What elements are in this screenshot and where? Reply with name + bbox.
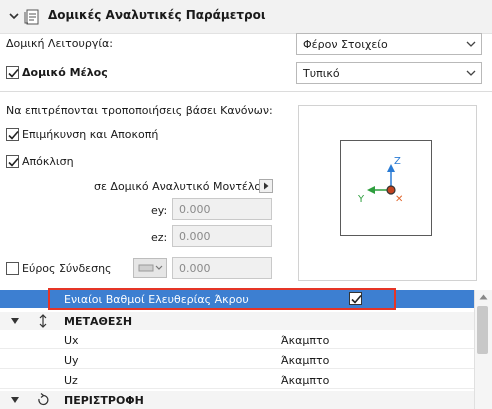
chevron-down-icon bbox=[466, 41, 476, 47]
chevron-down-icon[interactable] bbox=[8, 10, 20, 22]
table-row[interactable]: Uy Άκαμπτο bbox=[0, 351, 474, 369]
structural-member-select[interactable]: Τυπικό bbox=[296, 62, 482, 84]
axes-icon bbox=[367, 164, 396, 195]
row-value[interactable]: Άκαμπτο bbox=[281, 354, 329, 367]
connection-range-checkbox[interactable] bbox=[6, 262, 19, 275]
ey-value: 0.000 bbox=[179, 203, 211, 216]
row-name: Ux bbox=[64, 334, 79, 347]
structural-member-value: Τυπικό bbox=[303, 67, 340, 80]
structural-member-checkbox[interactable] bbox=[6, 66, 19, 79]
offset-label: Απόκλιση bbox=[22, 155, 74, 168]
row-value[interactable]: Άκαμπτο bbox=[281, 374, 329, 387]
play-icon[interactable] bbox=[259, 179, 273, 193]
collapse-arrow-icon[interactable] bbox=[10, 396, 20, 404]
y-axis-label: Y bbox=[358, 194, 365, 205]
connection-range-field[interactable]: 0.000 bbox=[172, 257, 272, 279]
x-axis-label: ✕ bbox=[395, 194, 404, 205]
collapse-arrow-icon[interactable] bbox=[10, 317, 20, 325]
row-name: Uz bbox=[64, 374, 78, 387]
extend-trim-label: Επιμήκυνση και Αποκοπή bbox=[22, 128, 159, 141]
ez-field[interactable]: 0.000 bbox=[172, 225, 272, 247]
ey-label: ey: bbox=[151, 204, 168, 217]
rotation-group-label: ΠΕΡΙΣΤΡΟΦΗ bbox=[64, 394, 144, 407]
divider bbox=[0, 91, 492, 92]
chevron-down-icon bbox=[466, 70, 476, 76]
panel-header[interactable]: Δομικές Αναλυτικές Παράμετροι bbox=[0, 0, 492, 34]
structural-analytics-icon bbox=[24, 9, 39, 25]
structural-function-label: Δομική Λειτουργία: bbox=[6, 37, 114, 50]
table-row[interactable]: Uz Άκαμπτο bbox=[0, 371, 474, 389]
rules-heading: Να επιτρέπονται τροποποιήσεις βάσει Κανό… bbox=[6, 104, 273, 117]
translation-group-label: ΜΕΤΑΘΕΣΗ bbox=[64, 315, 133, 328]
highlight-box bbox=[48, 288, 396, 310]
checkmark-icon bbox=[8, 68, 19, 78]
ez-label: ez: bbox=[151, 231, 168, 244]
connection-range-value: 0.000 bbox=[179, 262, 211, 275]
checkmark-icon bbox=[8, 130, 19, 140]
rotation-group-row[interactable]: ΠΕΡΙΣΤΡΟΦΗ bbox=[0, 391, 474, 409]
ey-field[interactable]: 0.000 bbox=[172, 198, 272, 220]
row-value[interactable]: Άκαμπτο bbox=[281, 334, 329, 347]
structural-member-label: Δομικό Μέλος bbox=[22, 66, 108, 79]
scroll-up-icon[interactable] bbox=[479, 294, 488, 300]
table-row[interactable]: Ux Άκαμπτο bbox=[0, 331, 474, 349]
structural-function-select[interactable]: Φέρον Στοιχείο bbox=[296, 33, 482, 55]
connection-range-picker[interactable] bbox=[133, 258, 167, 278]
range-icon bbox=[138, 264, 163, 272]
checkmark-icon bbox=[8, 157, 19, 167]
structural-function-value: Φέρον Στοιχείο bbox=[303, 38, 388, 51]
translation-group-row[interactable]: ΜΕΤΑΘΕΣΗ bbox=[0, 312, 474, 330]
scrollbar-thumb[interactable] bbox=[477, 306, 488, 354]
panel-title: Δομικές Αναλυτικές Παράμετροι bbox=[48, 8, 266, 22]
z-axis-label: Z bbox=[394, 156, 401, 167]
rotation-icon bbox=[38, 393, 49, 406]
translation-icon bbox=[39, 314, 47, 328]
analytical-model-label: σε Δομικό Αναλυτικό Μοντέλο bbox=[94, 180, 262, 193]
row-name: Uy bbox=[64, 354, 79, 367]
connection-range-label: Εύρος Σύνδεσης bbox=[22, 262, 112, 275]
offset-checkbox[interactable] bbox=[6, 155, 19, 168]
axis-preview: Z Y ✕ bbox=[298, 105, 477, 281]
ez-value: 0.000 bbox=[179, 230, 211, 243]
extend-trim-checkbox[interactable] bbox=[6, 128, 19, 141]
